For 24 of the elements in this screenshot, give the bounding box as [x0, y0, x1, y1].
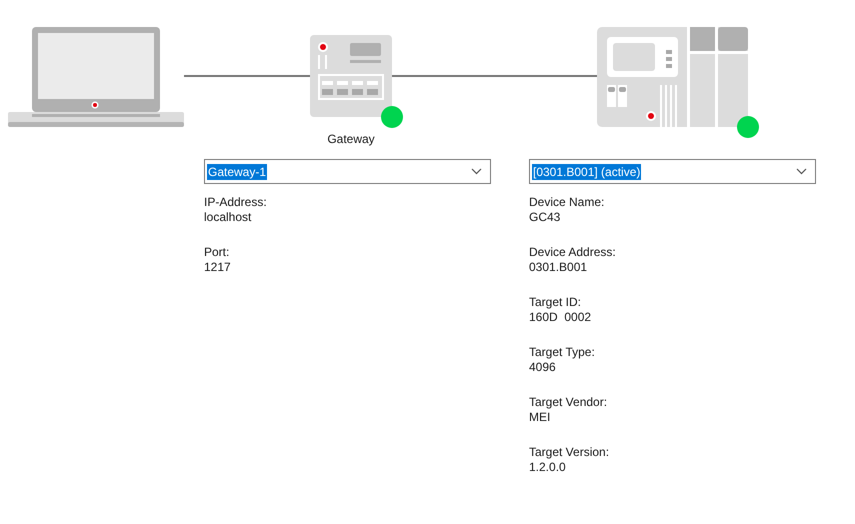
field-value: MEI	[529, 410, 550, 425]
field-value: 4096	[529, 360, 556, 375]
field-label: Device Name:	[529, 195, 604, 210]
field-label: Target Type:	[529, 345, 595, 360]
field-label: Target Vendor:	[529, 395, 608, 410]
gateway-device-icon	[310, 35, 392, 117]
field-value: GC43	[529, 210, 560, 225]
dropdown[interactable]: [0301.B001] (active)	[529, 159, 816, 184]
field-label: Target Version:	[529, 445, 610, 460]
field-value: 160D 0002	[529, 310, 592, 325]
field-value: 0301.B001	[529, 260, 588, 275]
controller-device-icon	[597, 27, 748, 127]
chevron-down-icon	[796, 168, 807, 175]
field-label: IP-Address:	[204, 195, 267, 210]
field-label: Device Address:	[529, 245, 616, 260]
field-value: 1.2.0.0	[529, 460, 566, 475]
dropdown[interactable]: Gateway-1	[204, 159, 491, 184]
chevron-down-icon	[471, 168, 482, 175]
laptop-icon	[8, 27, 184, 128]
field-value: localhost	[204, 210, 252, 225]
field-label: Target ID:	[529, 295, 582, 310]
field-label: Port:	[204, 245, 230, 260]
device-label: Gateway	[326, 131, 376, 148]
field-value: 1217	[204, 260, 231, 275]
